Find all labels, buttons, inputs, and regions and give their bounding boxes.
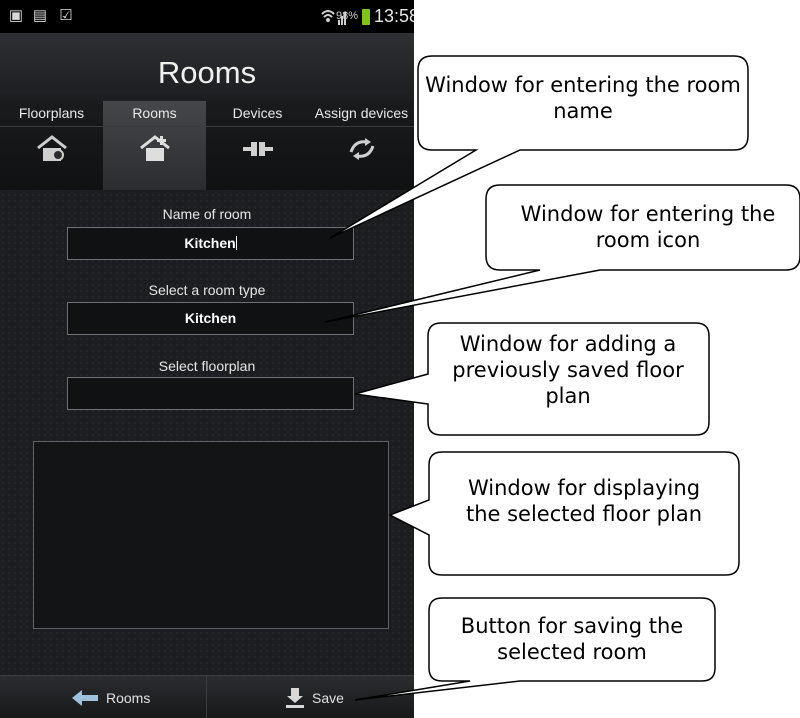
callout-text-display-window: Window for displaying the selected floor…	[465, 476, 703, 526]
callout-text-save-button: Button for saving the selected room	[460, 614, 684, 664]
callout-text-icon-window: Window for entering the room icon	[520, 202, 776, 252]
callout-text-name-window: Window for entering the room name	[425, 73, 741, 123]
callout-text-floorplan-window: Window for adding a previously saved flo…	[452, 332, 684, 408]
